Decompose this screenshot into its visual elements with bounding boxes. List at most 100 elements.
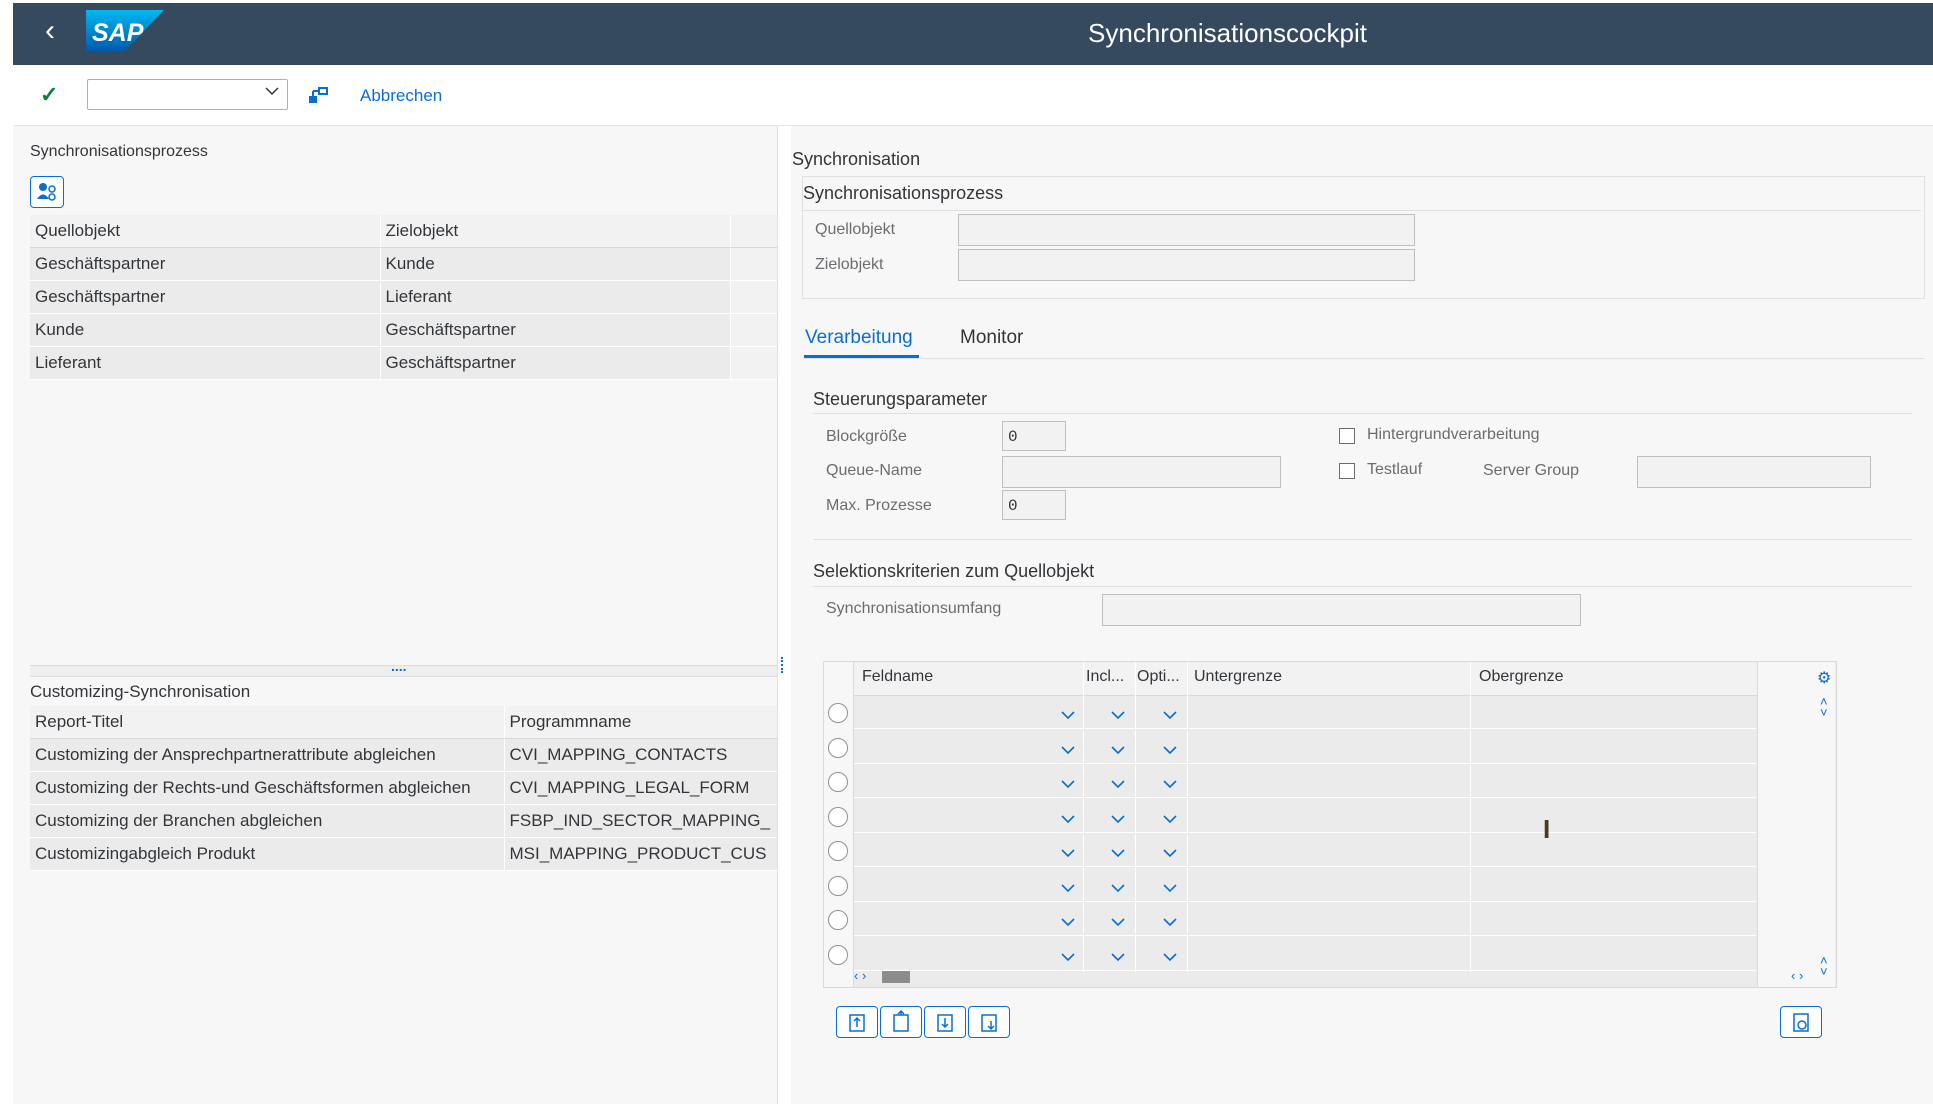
column-divider — [1470, 662, 1471, 972]
row-select-radio[interactable] — [828, 910, 848, 930]
test-run-checkbox[interactable] — [1339, 463, 1355, 479]
hierarchy-icon[interactable] — [306, 84, 330, 113]
program-name-cell[interactable]: MSI_MAPPING_PRODUCT_CUS — [504, 837, 778, 871]
target-object-cell[interactable]: Kunde — [380, 247, 731, 281]
table-row[interactable]: Geschäftspartner Lieferant — [30, 280, 779, 314]
chevron-down-icon[interactable] — [264, 84, 280, 102]
fieldname-dropdown-icon[interactable] — [1060, 742, 1076, 760]
divider — [803, 210, 1921, 211]
column-header-feldname[interactable]: Feldname — [862, 668, 933, 686]
table-row[interactable]: Customizing der Rechts-und Geschäftsform… — [30, 771, 778, 805]
program-name-cell[interactable]: CVI_MAPPING_LEGAL_FORM — [504, 771, 778, 805]
sync-scope-label: Synchronisationsumfang — [826, 600, 1002, 617]
fieldname-dropdown-icon[interactable] — [1060, 845, 1076, 863]
include-dropdown-icon[interactable] — [1110, 776, 1126, 794]
column-spacer — [730, 215, 779, 248]
target-object-field[interactable] — [958, 249, 1415, 281]
source-object-cell[interactable]: Geschäftspartner — [30, 280, 381, 314]
option-dropdown-icon[interactable] — [1162, 742, 1178, 760]
background-processing-checkbox[interactable] — [1339, 428, 1355, 444]
program-name-cell[interactable]: FSBP_IND_SECTOR_MAPPING_ — [504, 804, 778, 838]
scroll-right-left-icon[interactable]: ‹ › — [1791, 968, 1803, 983]
row-select-radio[interactable] — [828, 703, 848, 723]
fieldname-dropdown-icon[interactable] — [1060, 914, 1076, 932]
option-dropdown-icon[interactable] — [1162, 776, 1178, 794]
fieldname-dropdown-icon[interactable] — [1060, 811, 1076, 829]
selection-table-header — [824, 662, 1834, 696]
column-header-option[interactable]: Opti... — [1137, 668, 1180, 686]
include-dropdown-icon[interactable] — [1110, 914, 1126, 932]
report-title-cell[interactable]: Customizing der Rechts-und Geschäftsform… — [30, 771, 505, 805]
blocksize-field[interactable]: 0 — [1002, 421, 1066, 451]
horizontal-scroll-thumb[interactable] — [882, 971, 910, 983]
text-cursor-icon: I — [1543, 814, 1551, 844]
column-header-lower-bound[interactable]: Untergrenze — [1194, 668, 1282, 686]
option-dropdown-icon[interactable] — [1162, 880, 1178, 898]
fieldname-dropdown-icon[interactable] — [1060, 880, 1076, 898]
table-row[interactable]: Kunde Geschäftspartner — [30, 313, 779, 347]
blocksize-label: Blockgröße — [826, 428, 907, 445]
delete-row-icon[interactable] — [968, 1006, 1010, 1038]
scroll-left-right-icon[interactable]: ‹ › — [854, 968, 866, 983]
row-select-radio[interactable] — [828, 772, 848, 792]
source-object-cell[interactable]: Kunde — [30, 313, 381, 347]
table-personalize-icon[interactable] — [1780, 1006, 1822, 1038]
option-dropdown-icon[interactable] — [1162, 707, 1178, 725]
target-object-cell[interactable]: Geschäftspartner — [380, 313, 731, 347]
column-header-incl[interactable]: Incl... — [1086, 668, 1124, 686]
program-name-cell[interactable]: CVI_MAPPING_CONTACTS — [504, 738, 778, 772]
queue-name-field[interactable] — [1002, 456, 1281, 488]
cancel-button[interactable]: Abbrechen — [360, 86, 442, 106]
fieldname-dropdown-icon[interactable] — [1060, 949, 1076, 967]
include-dropdown-icon[interactable] — [1110, 845, 1126, 863]
server-group-field[interactable] — [1637, 456, 1871, 488]
row-select-radio[interactable] — [828, 875, 848, 896]
report-title-cell[interactable]: Customizingabgleich Produkt — [30, 837, 505, 871]
table-row[interactable]: Geschäftspartner Kunde — [30, 247, 779, 281]
table-row[interactable]: Customizingabgleich Produkt MSI_MAPPING_… — [30, 837, 778, 871]
option-dropdown-icon[interactable] — [1162, 845, 1178, 863]
table-row[interactable]: Customizing der Branchen abgleichen FSBP… — [30, 804, 778, 838]
max-processes-field[interactable]: 0 — [1002, 490, 1066, 520]
table-row[interactable]: Customizing der Ansprechpartnerattribute… — [30, 738, 778, 772]
include-dropdown-icon[interactable] — [1110, 707, 1126, 725]
include-dropdown-icon[interactable] — [1110, 880, 1126, 898]
vertical-splitter-handle[interactable] — [781, 657, 786, 673]
source-object-cell[interactable]: Geschäftspartner — [30, 247, 381, 281]
server-group-label: Server Group — [1483, 462, 1580, 479]
source-object-cell[interactable]: Lieferant — [30, 346, 381, 380]
table-row[interactable]: Lieferant Geschäftspartner — [30, 346, 779, 380]
row-select-radio[interactable] — [828, 841, 848, 861]
source-object-field[interactable] — [958, 214, 1415, 246]
row-select-radio[interactable] — [828, 806, 848, 827]
option-dropdown-icon[interactable] — [1162, 811, 1178, 829]
target-object-cell[interactable]: Lieferant — [380, 280, 731, 314]
move-down-icon[interactable] — [924, 1006, 966, 1038]
target-object-cell[interactable]: Geschäftspartner — [380, 346, 731, 380]
table-settings-icon[interactable]: ⚙ — [1817, 668, 1831, 688]
scroll-bottom-icon[interactable]: ˄ ˅ — [1820, 954, 1828, 978]
option-dropdown-icon[interactable] — [1162, 949, 1178, 967]
fieldname-dropdown-icon[interactable] — [1060, 707, 1076, 725]
report-title-cell[interactable]: Customizing der Branchen abgleichen — [30, 804, 505, 838]
tab-verarbeitung[interactable]: Verarbeitung — [805, 327, 913, 349]
append-row-icon[interactable] — [880, 1006, 922, 1038]
option-dropdown-icon[interactable] — [1162, 914, 1178, 932]
sync-scope-field[interactable] — [1102, 594, 1581, 626]
divider — [813, 413, 1912, 414]
report-title-cell[interactable]: Customizing der Ansprechpartnerattribute… — [30, 738, 505, 772]
tab-monitor[interactable]: Monitor — [960, 327, 1023, 349]
include-dropdown-icon[interactable] — [1110, 811, 1126, 829]
include-dropdown-icon[interactable] — [1110, 742, 1126, 760]
enter-check-icon[interactable]: ✓ — [40, 82, 58, 108]
row-select-radio[interactable] — [828, 944, 848, 965]
splitter-handle[interactable]: .... — [391, 658, 407, 674]
column-header-upper-bound[interactable]: Obergrenze — [1479, 668, 1564, 686]
command-field[interactable] — [87, 79, 288, 110]
scroll-up-down-icon[interactable]: ˄ ˅ — [1820, 695, 1828, 719]
row-select-radio[interactable] — [828, 737, 848, 758]
include-dropdown-icon[interactable] — [1110, 949, 1126, 967]
fieldname-dropdown-icon[interactable] — [1060, 776, 1076, 794]
details-button[interactable] — [30, 176, 64, 208]
insert-row-icon[interactable] — [836, 1006, 878, 1038]
